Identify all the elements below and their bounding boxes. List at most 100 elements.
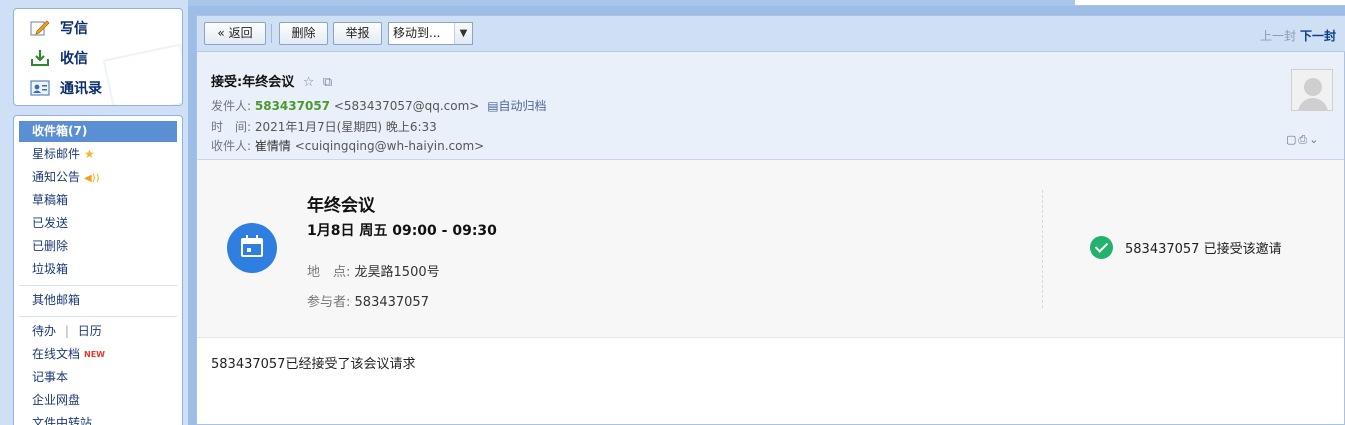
online-docs-label: 在线文档 [32,347,81,361]
sender-avatar[interactable] [1291,69,1333,111]
invite-divider [1042,190,1043,308]
folder-notice[interactable]: 通知公告 ◀)) [19,167,177,188]
notes-label: 记事本 [32,370,69,384]
archive-icon: ▤ [487,99,499,113]
time-value: 2021年1月7日(星期四) 晚上6:33 [254,120,437,134]
meeting-invite-card: 年终会议 1月8日 周五 09:00 - 09:30 地 点: 龙昊路1500号… [197,160,1344,338]
contacts-card-icon [30,79,50,97]
report-button[interactable]: 举报 [333,22,382,45]
avatar-body [1298,98,1328,110]
avatar-head [1304,78,1322,96]
location-label: 地 点: [307,265,351,280]
folder-inbox[interactable]: 收件箱(7) [19,121,177,142]
accepted-status: 583437057 已接受该邀请 [1090,236,1282,259]
folder-other-label: 其他邮箱 [32,293,81,307]
subject-text: 接受:年终会议 [211,75,295,90]
back-button[interactable]: « 返回 [204,22,266,45]
inbox-download-icon [30,49,50,67]
attendees-value: 583437057 [354,295,429,310]
calendar-icon-date [247,248,251,252]
top-strip [0,0,1345,6]
prev-mail-link[interactable]: 上一封 [1260,27,1296,44]
folder-deleted-label: 已删除 [32,239,69,253]
mail-subject: 接受:年终会议 ☆ ⧉ [211,71,332,90]
receive-label: 收信 [60,51,88,67]
recipient-name[interactable]: 崔情情 [255,139,291,153]
star-outline-icon[interactable]: ☆ [303,75,315,90]
move-to-select[interactable]: 移动到... ▼ [388,22,473,45]
folder-online-docs[interactable]: 在线文档 NEW [19,344,177,365]
print-icon[interactable]: ⎙ [1298,133,1309,146]
sender-name[interactable]: 583437057 [255,99,330,113]
chevron-down-icon: ▼ [454,23,472,44]
mail-body-text: 583437057已经接受了该会议请求 [211,357,416,372]
auto-archive-link[interactable]: 自动归档 [499,99,547,113]
folder-notes[interactable]: 记事本 [19,367,177,388]
delete-button[interactable]: 删除 [279,22,328,45]
compose-icon [30,19,50,37]
toolbar-divider [271,24,272,43]
contacts-button[interactable]: 通讯录 [30,76,102,100]
folder-sent[interactable]: 已发送 [19,213,177,234]
time-line: 时 间: 2021年1月7日(星期四) 晚上6:33 [211,118,437,135]
attendees-label: 参与者: [307,295,351,310]
mail-reader: « 返回 删除 举报 移动到... ▼ 上一封 下一封 接受:年终会议 ☆ ⧉ … [196,15,1345,425]
folder-drafts-label: 草稿箱 [32,193,69,207]
todo-link[interactable]: 待办 [32,324,56,338]
mail-toolbar: « 返回 删除 举报 移动到... ▼ 上一封 下一封 [197,16,1345,52]
compose-label: 写信 [60,21,88,37]
todo-calendar-row: 待办 | 日历 [19,321,177,342]
recipient-email: <cuiqingqing@wh-haiyin.com> [294,139,485,153]
chevron-down-icon[interactable]: ⌄ [1309,133,1320,146]
envelope-watermark [102,43,182,105]
speaker-icon: ◀)) [84,173,100,184]
new-window-icon[interactable]: ⧉ [323,75,332,90]
calendar-icon-pin [256,235,258,240]
move-to-value: 移动到... [393,26,441,40]
meeting-time: 1月8日 周五 09:00 - 09:30 [307,223,497,239]
document-icon[interactable]: ▢ [1286,133,1298,146]
folder-inbox-label: 收件箱(7) [32,124,88,138]
calendar-icon-pin [246,235,248,240]
quick-actions-panel: 写信 收信 通讯录 [13,8,183,106]
folder-file-transfer[interactable]: 文件中转站 [19,413,177,425]
star-icon: ★ [84,147,95,161]
meeting-location: 地 点: 龙昊路1500号 [307,261,440,280]
folder-enterprise-disk[interactable]: 企业网盘 [19,390,177,411]
enterprise-disk-label: 企业网盘 [32,393,81,407]
mail-header: 接受:年终会议 ☆ ⧉ 发件人: 583437057 <583437057@qq… [197,52,1344,160]
check-circle-icon [1090,236,1113,259]
folder-sent-label: 已发送 [32,216,69,230]
file-transfer-label: 文件中转站 [32,416,93,425]
compose-button[interactable]: 写信 [30,16,88,40]
folder-spam-label: 垃圾箱 [32,262,69,276]
folder-divider [19,316,177,317]
recipient-line: 收件人: 崔情情 <cuiqingqing@wh-haiyin.com> [211,137,484,154]
new-badge: NEW [84,350,105,359]
folder-starred[interactable]: 星标邮件 ★ [19,144,177,165]
calendar-link[interactable]: 日历 [78,324,102,338]
meeting-attendees: 参与者: 583437057 [307,291,429,310]
sender-line: 发件人: 583437057 <583437057@qq.com> ▤自动归档 [211,97,547,114]
from-label: 发件人: [211,99,252,113]
folder-other-mailboxes[interactable]: 其他邮箱 [19,290,177,311]
folder-drafts[interactable]: 草稿箱 [19,190,177,211]
next-mail-link[interactable]: 下一封 [1300,27,1336,44]
folder-list: 收件箱(7) 星标邮件 ★ 通知公告 ◀)) 草稿箱 已发送 已删除 垃圾箱 其他邮… [13,115,183,425]
sender-email: <583437057@qq.com> [333,99,480,113]
location-value: 龙昊路1500号 [354,265,440,280]
receive-button[interactable]: 收信 [30,46,88,70]
accepted-status-text: 583437057 已接受该邀请 [1125,242,1282,257]
meeting-title: 年终会议 [307,196,375,216]
folder-divider [19,285,177,286]
folder-deleted[interactable]: 已删除 [19,236,177,257]
time-label: 时 间: [211,120,252,134]
folder-starred-label: 星标邮件 [32,147,81,161]
header-tools: ▢⎙⌄ [1286,133,1320,147]
to-label: 收件人: [211,139,252,153]
top-strip-gap [1075,0,1345,5]
folder-spam[interactable]: 垃圾箱 [19,259,177,280]
left-sidebar: 写信 收信 通讯录 收件箱(7) 星标邮件 ★ 通知公告 ◀)) 草稿箱 已发送 已… [0,0,188,425]
folder-notice-label: 通知公告 [32,170,81,184]
calendar-icon [227,223,277,273]
